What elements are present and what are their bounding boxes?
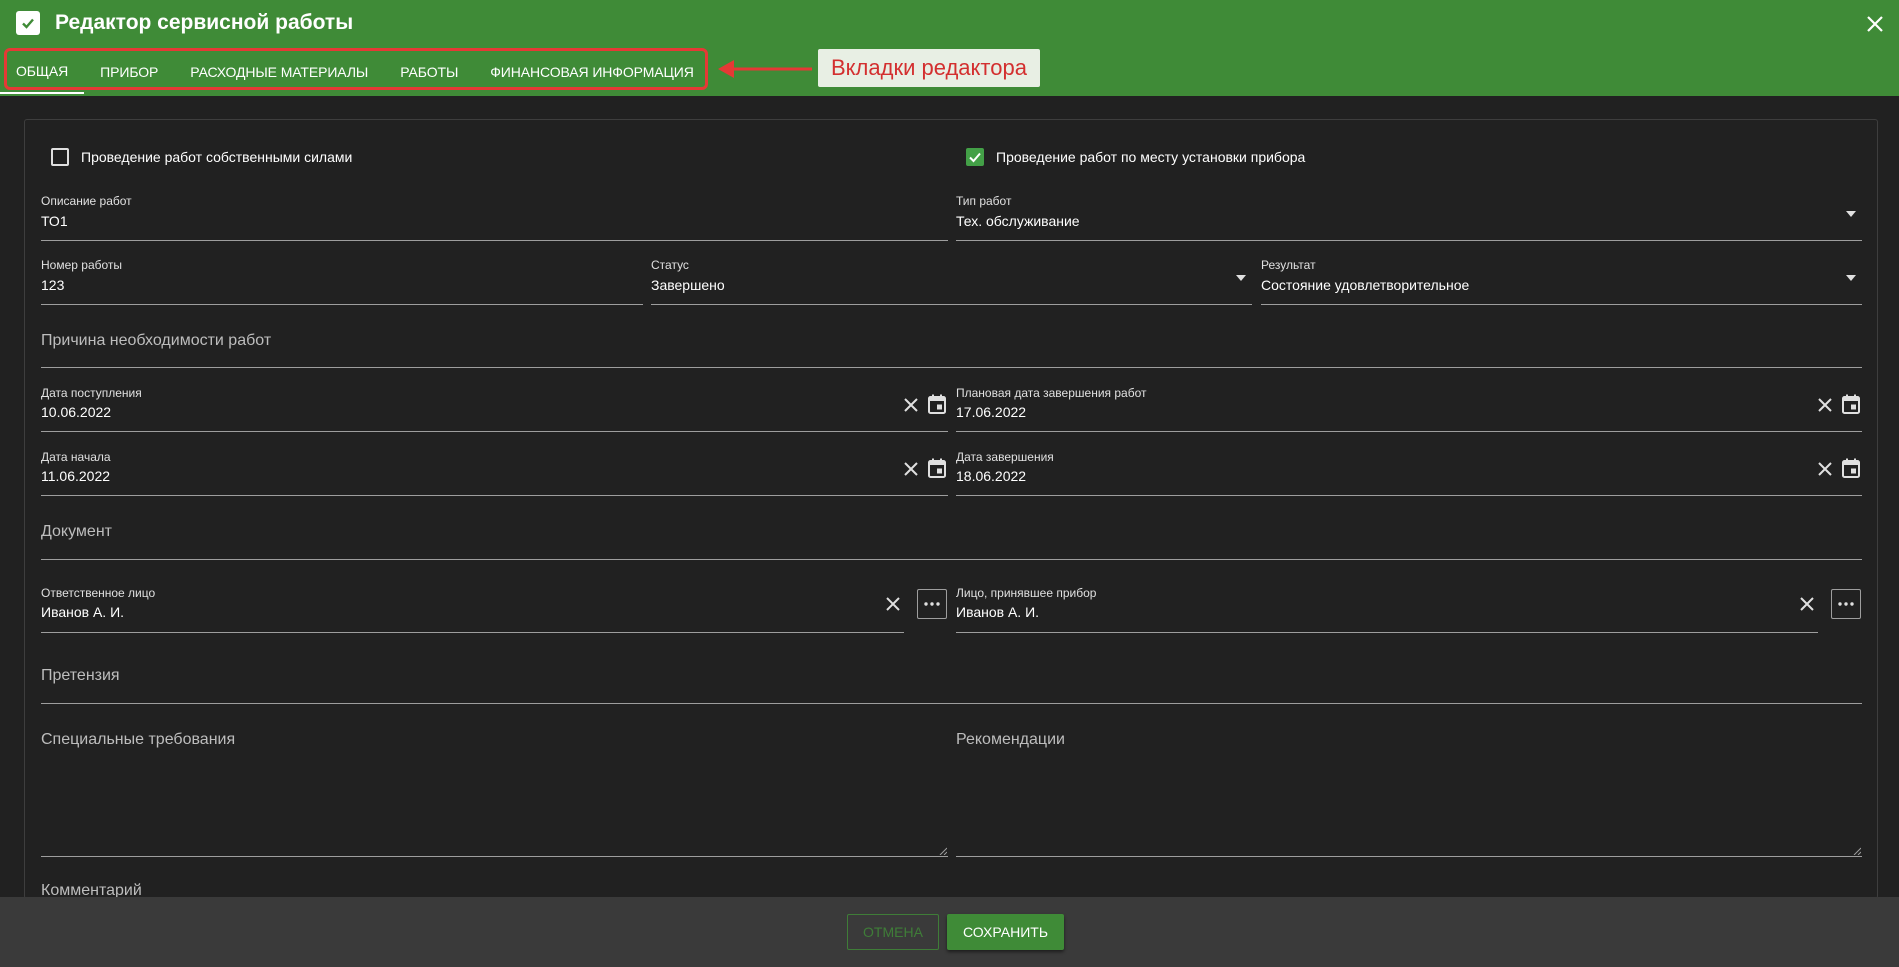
clear-icon[interactable] bbox=[900, 394, 922, 416]
end-date-label: Дата завершения bbox=[956, 450, 1054, 464]
editor-tabs: ОБЩАЯ ПРИБОР РАСХОДНЫЕ МАТЕРИАЛЫ РАБОТЫ … bbox=[0, 50, 710, 94]
receiver-label: Лицо, принявшее прибор bbox=[956, 586, 1097, 600]
tab-device[interactable]: ПРИБОР bbox=[84, 50, 174, 94]
end-date-field[interactable]: Дата завершения 18.06.2022 bbox=[956, 446, 1862, 496]
work-number-field[interactable]: Номер работы 123 bbox=[41, 254, 643, 305]
clear-icon[interactable] bbox=[900, 458, 922, 480]
work-type-select[interactable]: Тип работ Тех. обслуживание bbox=[956, 190, 1862, 241]
more-options-icon[interactable] bbox=[1831, 589, 1861, 619]
description-field[interactable]: Описание работ ТО1 bbox=[41, 190, 948, 241]
status-select[interactable]: Статус Завершено bbox=[651, 254, 1252, 305]
special-requirements-textarea[interactable]: Специальные требования bbox=[41, 718, 948, 857]
received-date-value[interactable]: 10.06.2022 bbox=[41, 404, 111, 420]
chevron-down-icon[interactable] bbox=[1846, 275, 1856, 281]
more-options-icon[interactable] bbox=[917, 589, 947, 619]
tab-financial[interactable]: ФИНАНСОВАЯ ИНФОРМАЦИЯ bbox=[474, 50, 709, 94]
chevron-down-icon[interactable] bbox=[1236, 275, 1246, 281]
responsible-field[interactable]: Ответственное лицо Иванов А. И. bbox=[41, 582, 904, 633]
work-number-value[interactable]: 123 bbox=[41, 277, 64, 293]
title-row: Редактор сервисной работы bbox=[16, 10, 353, 36]
result-label: Результат bbox=[1261, 258, 1316, 272]
responsible-label: Ответственное лицо bbox=[41, 586, 156, 600]
calendar-icon[interactable] bbox=[1840, 457, 1862, 479]
result-value: Состояние удовлетворительное bbox=[1261, 277, 1470, 293]
clear-icon[interactable] bbox=[1814, 458, 1836, 480]
description-label: Описание работ bbox=[41, 194, 132, 208]
received-date-label: Дата поступления bbox=[41, 386, 142, 400]
own-forces-label: Проведение работ собственными силами bbox=[81, 149, 353, 165]
dialog-header: Редактор сервисной работы ОБЩАЯ ПРИБОР Р… bbox=[0, 0, 1899, 96]
calendar-icon[interactable] bbox=[926, 393, 948, 415]
annotation-arrow-icon bbox=[718, 60, 812, 78]
start-date-label: Дата начала bbox=[41, 450, 111, 464]
onsite-label: Проведение работ по месту установки приб… bbox=[996, 149, 1306, 165]
document-field[interactable]: Документ bbox=[41, 510, 1862, 560]
result-select[interactable]: Результат Состояние удовлетворительное bbox=[1261, 254, 1862, 305]
work-number-label: Номер работы bbox=[41, 258, 123, 272]
own-forces-checkbox[interactable] bbox=[51, 148, 69, 166]
receiver-value[interactable]: Иванов А. И. bbox=[956, 604, 1039, 620]
received-date-field[interactable]: Дата поступления 10.06.2022 bbox=[41, 382, 948, 432]
reason-placeholder: Причина необходимости работ bbox=[41, 332, 272, 349]
tab-works[interactable]: РАБОТЫ bbox=[384, 50, 474, 94]
onsite-checkbox[interactable] bbox=[966, 148, 984, 166]
resize-handle-icon[interactable] bbox=[1853, 847, 1861, 855]
tab-general[interactable]: ОБЩАЯ bbox=[0, 50, 85, 94]
start-date-value[interactable]: 11.06.2022 bbox=[41, 468, 110, 484]
receiver-field[interactable]: Лицо, принявшее прибор Иванов А. И. bbox=[956, 582, 1818, 633]
chevron-down-icon[interactable] bbox=[1846, 211, 1856, 217]
work-type-label: Тип работ bbox=[956, 194, 1012, 208]
annotation-label: Вкладки редактора bbox=[818, 49, 1040, 87]
save-button[interactable]: СОХРАНИТЬ bbox=[947, 914, 1064, 950]
checkbox-doc-icon bbox=[16, 11, 40, 35]
claim-placeholder: Претензия bbox=[41, 667, 120, 684]
start-date-field[interactable]: Дата начала 11.06.2022 bbox=[41, 446, 948, 496]
onsite-row: Проведение работ по месту установки приб… bbox=[966, 147, 1305, 167]
status-value: Завершено bbox=[651, 277, 725, 293]
calendar-icon[interactable] bbox=[926, 457, 948, 479]
planned-end-date-value[interactable]: 17.06.2022 bbox=[956, 404, 1026, 420]
description-value[interactable]: ТО1 bbox=[41, 213, 68, 229]
work-type-value: Тех. обслуживание bbox=[956, 213, 1080, 229]
clear-icon[interactable] bbox=[1796, 593, 1818, 615]
planned-end-date-field[interactable]: Плановая дата завершения работ 17.06.202… bbox=[956, 382, 1862, 432]
recommendations-textarea[interactable]: Рекомендации bbox=[956, 718, 1862, 857]
close-icon[interactable] bbox=[1861, 10, 1889, 38]
cancel-button[interactable]: ОТМЕНА bbox=[847, 914, 939, 950]
end-date-value[interactable]: 18.06.2022 bbox=[956, 468, 1026, 484]
special-requirements-placeholder: Специальные требования bbox=[41, 731, 236, 748]
reason-field[interactable]: Причина необходимости работ bbox=[41, 318, 1862, 368]
status-label: Статус bbox=[651, 258, 689, 272]
calendar-icon[interactable] bbox=[1840, 393, 1862, 415]
clear-icon[interactable] bbox=[1814, 394, 1836, 416]
clear-icon[interactable] bbox=[882, 593, 904, 615]
tab-consumables[interactable]: РАСХОДНЫЕ МАТЕРИАЛЫ bbox=[174, 50, 384, 94]
planned-end-date-label: Плановая дата завершения работ bbox=[956, 386, 1147, 400]
dialog-footer: ОТМЕНА СОХРАНИТЬ bbox=[0, 897, 1899, 967]
own-forces-row: Проведение работ собственными силами bbox=[51, 147, 352, 167]
document-placeholder: Документ bbox=[41, 523, 112, 540]
responsible-value[interactable]: Иванов А. И. bbox=[41, 604, 124, 620]
recommendations-placeholder: Рекомендации bbox=[956, 731, 1065, 748]
resize-handle-icon[interactable] bbox=[939, 847, 947, 855]
claim-field[interactable]: Претензия bbox=[41, 654, 1862, 704]
dialog-title: Редактор сервисной работы bbox=[55, 11, 354, 34]
